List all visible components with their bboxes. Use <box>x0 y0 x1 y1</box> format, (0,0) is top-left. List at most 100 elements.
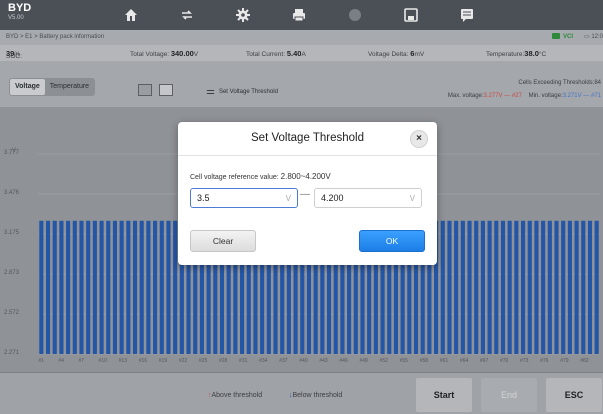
min-threshold-unit: V <box>285 193 291 203</box>
sliders-icon: ⚌ <box>206 86 215 97</box>
temperature-unit: °C <box>538 51 547 58</box>
min-threshold-value: 3.5 <box>197 193 210 203</box>
temperature-readout: Temperature:38.0°C <box>486 49 546 58</box>
x-tick-label: #49 <box>359 358 368 364</box>
settings-gear-icon[interactable] <box>221 5 265 25</box>
brand-logo: BYD V5.00 <box>8 2 31 23</box>
reference-value-text: Cell voltage reference value: 2.800~4.20… <box>190 172 331 181</box>
x-tick-label: #73 <box>520 358 529 364</box>
voltage-delta-readout: Voltage Delta: 6mV <box>368 49 424 58</box>
vehicle-swap-icon[interactable] <box>165 5 209 25</box>
vci-status: VCI <box>551 33 573 40</box>
tab-temperature[interactable]: Temperature <box>45 79 94 95</box>
total-current-value: 5.40 <box>286 49 302 58</box>
x-tick-label: #79 <box>560 358 569 364</box>
x-tick-label: #25 <box>198 358 208 364</box>
x-tick-label: #46 <box>339 358 348 364</box>
x-tick-label: #43 <box>319 358 328 364</box>
above-threshold-label: Above threshold <box>211 392 263 399</box>
x-tick-label: #52 <box>379 358 388 364</box>
x-tick-label: #40 <box>299 358 308 364</box>
reference-value-label: Cell voltage reference value: <box>190 174 279 181</box>
close-icon[interactable]: × <box>410 130 428 148</box>
below-threshold-legend: ↓Below threshold <box>289 392 342 399</box>
ok-button[interactable]: OK <box>359 230 425 252</box>
max-threshold-input[interactable]: 4.200 V <box>314 188 422 208</box>
x-tick-label: #61 <box>439 358 449 364</box>
total-voltage-label: Total Voltage: <box>130 51 170 58</box>
voltage-delta-unit: mV <box>414 51 425 58</box>
chart-toolbar: Voltage Temperature ⚌ Set Voltage Thresh… <box>0 61 603 107</box>
x-tick-label: #1 <box>38 358 44 364</box>
x-tick-label: #34 <box>259 358 268 364</box>
max-threshold-value: 4.200 <box>321 193 344 203</box>
total-voltage-readout: Total Voltage: 340.00V <box>130 49 198 58</box>
x-tick-label: #55 <box>399 358 408 364</box>
view-tabs: Voltage Temperature <box>9 78 96 96</box>
soc-readout: SOC: 39% <box>6 49 22 60</box>
max-voltage-value: 3.277V — #27 <box>483 93 522 99</box>
x-tick-label: #76 <box>540 358 549 364</box>
temperature-label: Temperature: <box>486 51 525 58</box>
start-button[interactable]: Start <box>416 378 472 412</box>
max-min-voltage: Max. voltage:3.277V — #27 Min. voltage:3… <box>448 93 601 99</box>
vci-connection-icon <box>551 33 560 39</box>
print-icon[interactable] <box>277 5 321 25</box>
x-tick-label: #28 <box>218 358 228 364</box>
breadcrumb: BYD > E1 > Battery pack information <box>6 34 105 40</box>
max-threshold-unit: V <box>409 193 415 203</box>
y-tick-label: 3.175 <box>4 229 20 236</box>
message-icon[interactable] <box>445 5 489 25</box>
x-tick-label: #4 <box>58 358 64 364</box>
total-voltage-value: 340.00 <box>170 49 194 58</box>
y-tick-label: 2.271 <box>4 350 20 356</box>
voltage-delta-label: Voltage Delta: <box>368 51 409 58</box>
range-separator: — <box>300 189 310 200</box>
grid-view-icon[interactable] <box>138 84 152 96</box>
y-tick-label: 3.777 <box>4 150 20 156</box>
x-tick-label: #19 <box>158 358 168 364</box>
cells-exceeding-thresholds: Cells Exceeding Thresholds:84 <box>518 80 601 86</box>
dialog-divider <box>178 155 437 156</box>
below-threshold-label: Below threshold <box>292 392 343 399</box>
x-tick-label: #58 <box>419 358 429 364</box>
top-bar: BYD V5.00 <box>0 0 603 30</box>
vci-label: VCI <box>562 34 573 40</box>
x-tick-label: #10 <box>98 358 107 364</box>
min-voltage-value: 3.271V — #71 <box>562 93 601 99</box>
battery-info-bar: SOC: 39% Total Voltage: 340.00V Total Cur… <box>0 45 603 61</box>
x-tick-label: #13 <box>118 358 127 364</box>
clear-button[interactable]: Clear <box>190 230 256 252</box>
x-tick-label: #67 <box>479 358 489 364</box>
total-current-unit: A <box>301 51 306 58</box>
set-voltage-threshold-label: Set Voltage Threshold <box>218 88 278 95</box>
breadcrumb-bar: BYD > E1 > Battery pack information VCI … <box>0 30 603 45</box>
y-tick-label: 3.476 <box>4 189 20 196</box>
home-icon[interactable] <box>109 5 153 25</box>
x-tick-label: #70 <box>499 358 509 364</box>
reference-value: 2.800~4.200V <box>280 172 331 181</box>
save-icon[interactable] <box>389 5 433 25</box>
above-threshold-legend: ↑Above threshold <box>208 392 262 399</box>
y-tick-label: 2.873 <box>4 270 20 277</box>
x-tick-label: #37 <box>279 358 288 364</box>
total-voltage-unit: V <box>193 51 199 58</box>
total-current-label: Total Current: <box>246 51 286 58</box>
y-tick-label: 2.572 <box>4 310 20 317</box>
max-voltage-label: Max. voltage: <box>447 93 484 99</box>
tab-voltage[interactable]: Voltage <box>10 79 45 95</box>
x-tick-label: #64 <box>459 358 469 364</box>
min-voltage-label: Min. voltage: <box>528 93 563 99</box>
min-threshold-input[interactable]: 3.5 V <box>190 188 298 208</box>
battery-status: ▭ 12:0 <box>584 33 603 40</box>
x-tick-label: #16 <box>138 358 148 364</box>
dialog-title: Set Voltage Threshold <box>251 132 364 144</box>
total-current-readout: Total Current: 5.40A <box>246 49 306 58</box>
end-button[interactable]: End <box>481 378 537 412</box>
x-tick-label: #7 <box>78 358 85 364</box>
help-icon[interactable] <box>333 5 377 25</box>
x-tick-label: #31 <box>239 358 248 364</box>
set-voltage-threshold-button[interactable]: ⚌ Set Voltage Threshold <box>206 86 278 97</box>
bar-chart-view-icon[interactable] <box>159 84 173 96</box>
esc-button[interactable]: ESC <box>546 378 602 412</box>
